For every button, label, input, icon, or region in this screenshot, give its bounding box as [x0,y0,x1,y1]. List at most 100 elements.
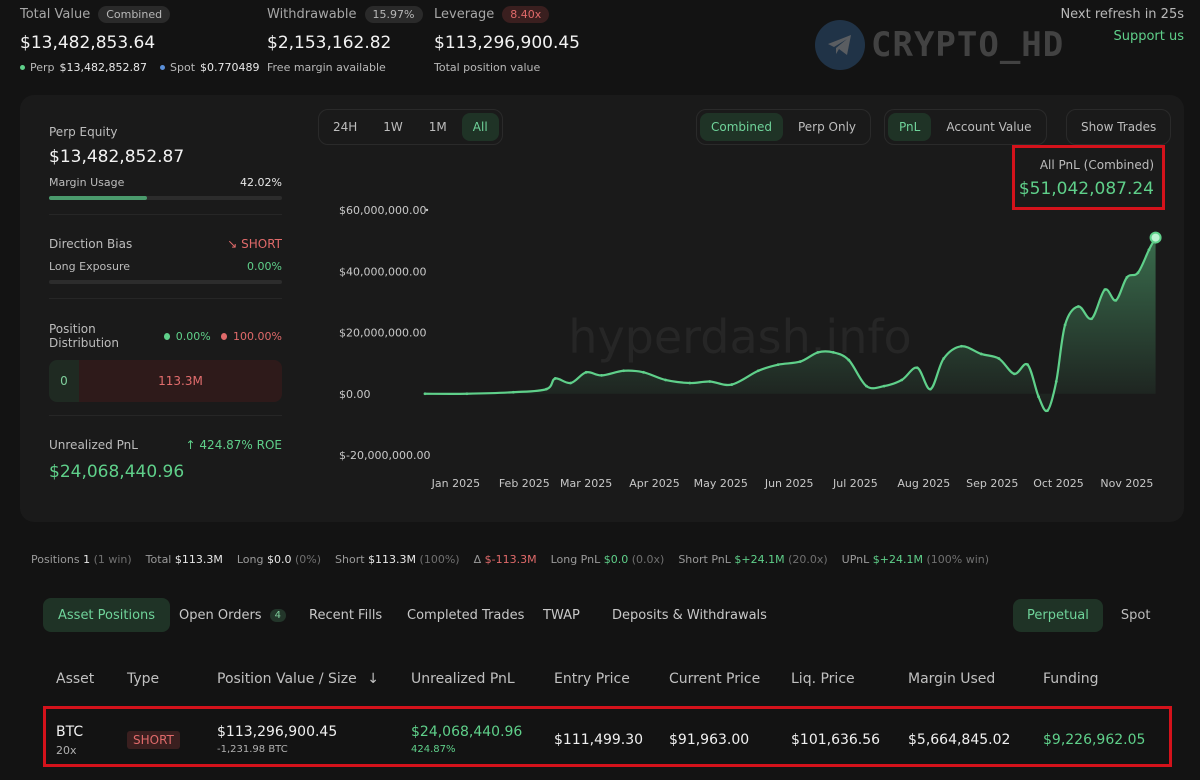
mode-combined-button[interactable]: Combined [700,113,783,141]
tab-recent-fills[interactable]: Recent Fills [294,598,397,632]
unrealized-pnl-value: $24,068,440.96 [49,462,185,482]
range-all-button[interactable]: All [461,113,499,141]
x-tick-label: Nov 2025 [1100,477,1153,490]
x-tick-label: Jan 2025 [431,477,480,490]
pnl-point [511,390,515,394]
positions-win: (1 win) [93,552,132,566]
leverage-sub: Total position value [434,61,541,74]
x-tick-label: May 2025 [694,477,748,490]
long-value: $0.0 [266,552,292,566]
dist-short-pct: 100.00% [233,329,282,343]
short-badge: SHORT [127,731,180,749]
long-pnl-label: Long PnL [550,552,601,566]
summary-short-pnl: Short PnL $+24.1M (20.0x) [678,553,827,566]
tab-perpetual[interactable]: Perpetual [1013,598,1103,632]
summary-long: Long $0.0 (0%) [237,553,321,566]
tab-twap[interactable]: TWAP [528,598,595,632]
tab-spot[interactable]: Spot [1107,599,1165,632]
range-selector: 24H 1W 1M All [318,109,503,145]
direction-bias-label: Direction Bias [49,237,133,251]
th-type[interactable]: Type [127,671,159,687]
tab-asset-positions[interactable]: Asset Positions [43,598,171,632]
perp-value: $13,482,852.87 [59,61,147,74]
delta-label: Δ [473,552,482,566]
total-value-label: Total Value [20,7,91,22]
mode-perp-only-button[interactable]: Perp Only [787,113,867,141]
th-position-value[interactable]: Position Value / Size ↓ [217,671,379,687]
row-leverage: 20x [56,744,77,757]
upnl-win: (100% win) [926,552,990,566]
y-tick-label: $40,000,000.00 [339,265,426,278]
th-margin-used[interactable]: Margin Used [908,671,995,687]
th-position-value-label: Position Value / Size [217,671,357,687]
support-us-link[interactable]: Support us [1113,29,1184,44]
tab-completed-trades[interactable]: Completed Trades [392,598,539,632]
direction-bias-text: SHORT [241,237,282,251]
range-1w-button[interactable]: 1W [372,113,414,141]
tab-open-orders[interactable]: Open Orders 4 [164,598,301,632]
x-tick-label: Mar 2025 [560,477,612,490]
range-24h-button[interactable]: 24H [322,113,368,141]
pnl-point [584,370,588,374]
margin-usage-value: 42.02% [240,176,282,189]
total-value-summary: $113.3M [174,552,223,566]
position-distribution-label: Position Distribution [49,322,120,350]
row-asset: BTC [56,724,84,740]
short-pct: (100%) [419,552,460,566]
row-size: -1,231.98 BTC [217,744,288,755]
direction-bias-value: ↘ SHORT [227,237,282,251]
pnl-point [756,369,760,373]
pnl-point [1114,298,1118,302]
range-1m-button[interactable]: 1M [418,113,458,141]
x-tick-label: Jul 2025 [832,477,878,490]
unrealized-pnl-label: Unrealized PnL [49,438,138,452]
perp-dot-icon [20,65,25,70]
positions-tabs: Asset Positions Open Orders 4 Recent Fill… [20,585,1184,645]
watermark-text: CRYPTO_HD [871,25,1065,65]
positions-label: Positions [31,552,80,566]
x-tick-label: Apr 2025 [629,477,680,490]
pnl-point [1012,372,1016,376]
long-dot-icon [163,332,170,340]
pnl-point [642,370,645,374]
perp-equity-label: Perp Equity [49,125,118,139]
metric-account-value-button[interactable]: Account Value [935,113,1042,141]
pnl-point [929,387,932,391]
th-unrealized-pnl[interactable]: Unrealized PnL [411,671,515,687]
trend-down-icon: ↘ [227,237,242,251]
th-funding[interactable]: Funding [1043,671,1099,687]
show-trades-control: Show Trades [1066,109,1172,145]
long-exposure-bar [49,280,282,284]
telegram-icon [815,20,865,70]
sort-down-icon: ↓ [367,671,379,687]
row-upnl-pct: 424.87% [411,744,456,755]
positions-summary: Positions 1 (1 win) Total $113.3M Long $… [20,544,1184,574]
tab-deposits-withdrawals[interactable]: Deposits & Withdrawals [597,598,782,632]
row-liq-price: $101,636.56 [791,732,881,748]
pnl-point [622,369,626,373]
spot-dot-icon [160,65,165,70]
table-row[interactable]: BTC 20x SHORT $113,296,900.45 -1,231.98 … [43,706,1172,767]
perp-equity-value: $13,482,852.87 [49,147,185,167]
metric-pnl-button[interactable]: PnL [888,113,932,141]
pnl-chart: hyperdash.info $60,000,000.00 $40,000,000.… [320,195,1180,505]
delta-value: $-113.3M [484,552,537,566]
pnl-point [1063,323,1067,327]
pnl-point [1054,380,1058,383]
y-top-dot [425,208,429,212]
pnl-point [798,360,802,363]
row-position-value: $113,296,900.45 [217,724,338,740]
short-pnl-label: Short PnL [678,552,731,566]
dist-long-segment: 0 [49,360,79,402]
th-entry-price[interactable]: Entry Price [554,671,630,687]
show-trades-button[interactable]: Show Trades [1070,113,1167,141]
short-value: $113.3M [368,552,417,566]
th-current-price[interactable]: Current Price [669,671,760,687]
pnl-point [730,383,734,386]
pnl-point [847,358,851,362]
pnl-point [942,357,946,360]
leverage-label: Leverage [434,7,495,22]
th-liq-price[interactable]: Liq. Price [791,671,855,687]
pnl-point [979,352,983,356]
th-asset[interactable]: Asset [56,671,94,687]
